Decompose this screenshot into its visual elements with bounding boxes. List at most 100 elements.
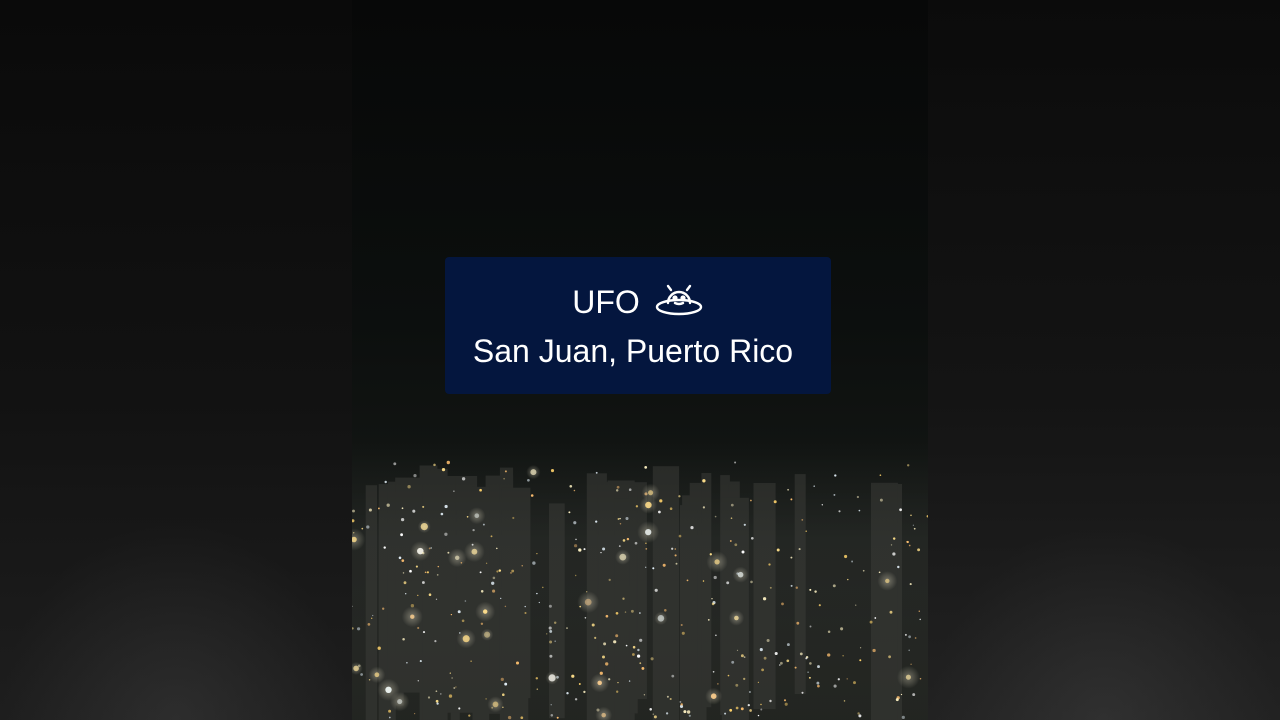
city-light [605,662,609,666]
city-light [619,523,622,525]
city-light [838,510,841,513]
city-light [628,488,632,491]
building-silhouette [501,487,531,699]
city-light [851,560,854,563]
city-light [548,626,552,630]
city-light [569,484,573,488]
city-light [602,655,605,659]
city-light [603,642,607,646]
city-light [546,633,548,635]
city-light [786,643,790,647]
city-light [818,604,821,607]
city-light [549,640,553,644]
city-light [750,499,752,502]
city-light [510,572,512,574]
city-light [490,535,493,538]
city-light [573,544,578,548]
city-light [451,677,453,679]
city-light [550,704,552,706]
city-light [726,581,730,585]
building-silhouette [446,476,456,692]
city-light [472,528,475,532]
city-light [808,676,811,679]
city-light [858,714,862,718]
city-light [631,653,635,656]
light-glow [456,629,476,649]
city-light [842,655,844,657]
light-glow [526,465,541,480]
city-light [713,575,717,580]
city-light [650,657,654,661]
city-light [856,495,860,499]
city-light [688,714,691,717]
light-glow [417,520,431,534]
city-light [383,546,386,549]
city-light [913,527,916,530]
city-light [398,556,402,560]
city-light [743,677,746,681]
city-light [888,655,891,659]
city-light [769,586,772,589]
light-glow [545,671,559,685]
city-light [795,586,798,589]
city-light [440,512,444,516]
city-light [401,507,404,510]
city-light [417,680,419,682]
city-light [740,707,744,711]
city-light [680,623,683,627]
city-light [639,638,643,642]
city-light [554,640,556,642]
city-light [680,703,683,706]
city-light [735,706,739,710]
city-light [393,462,397,466]
city-light [450,613,453,616]
city-light [461,477,466,481]
city-light [573,521,577,525]
city-light [794,666,797,669]
city-light [536,552,538,555]
city-light [435,690,438,693]
city-light [734,543,738,547]
city-light [446,460,450,465]
city-light [729,708,733,712]
city-light [846,678,848,680]
city-light [910,663,912,665]
city-light [654,588,658,592]
city-light [579,605,582,608]
city-light [617,518,620,520]
caption-location: San Juan, Puerto Rico [472,333,794,369]
city-light [714,515,717,518]
city-light [919,618,921,621]
city-light [367,623,371,626]
city-light [415,565,418,568]
city-light [578,548,582,552]
city-light [401,559,405,562]
city-light [447,551,450,554]
city-light [874,617,877,619]
city-light [368,508,372,512]
city-light [790,556,793,559]
city-light [805,530,807,532]
city-light [674,548,677,550]
city-light [485,698,487,700]
city-light [747,703,750,707]
city-light [711,602,715,606]
city-light [671,547,674,550]
city-light [426,571,429,574]
city-light [578,683,581,685]
city-light [591,623,595,627]
city-light [837,678,840,681]
city-light [459,632,461,634]
city-light [382,607,385,610]
city-light [444,532,448,536]
light-glow [615,549,631,565]
city-light [707,618,710,621]
city-light [683,710,687,714]
city-light [779,664,781,666]
city-light [584,617,587,619]
city-light [615,634,619,638]
light-glow [410,541,431,561]
city-light [912,524,915,526]
city-light [619,517,621,520]
city-light [527,478,530,482]
